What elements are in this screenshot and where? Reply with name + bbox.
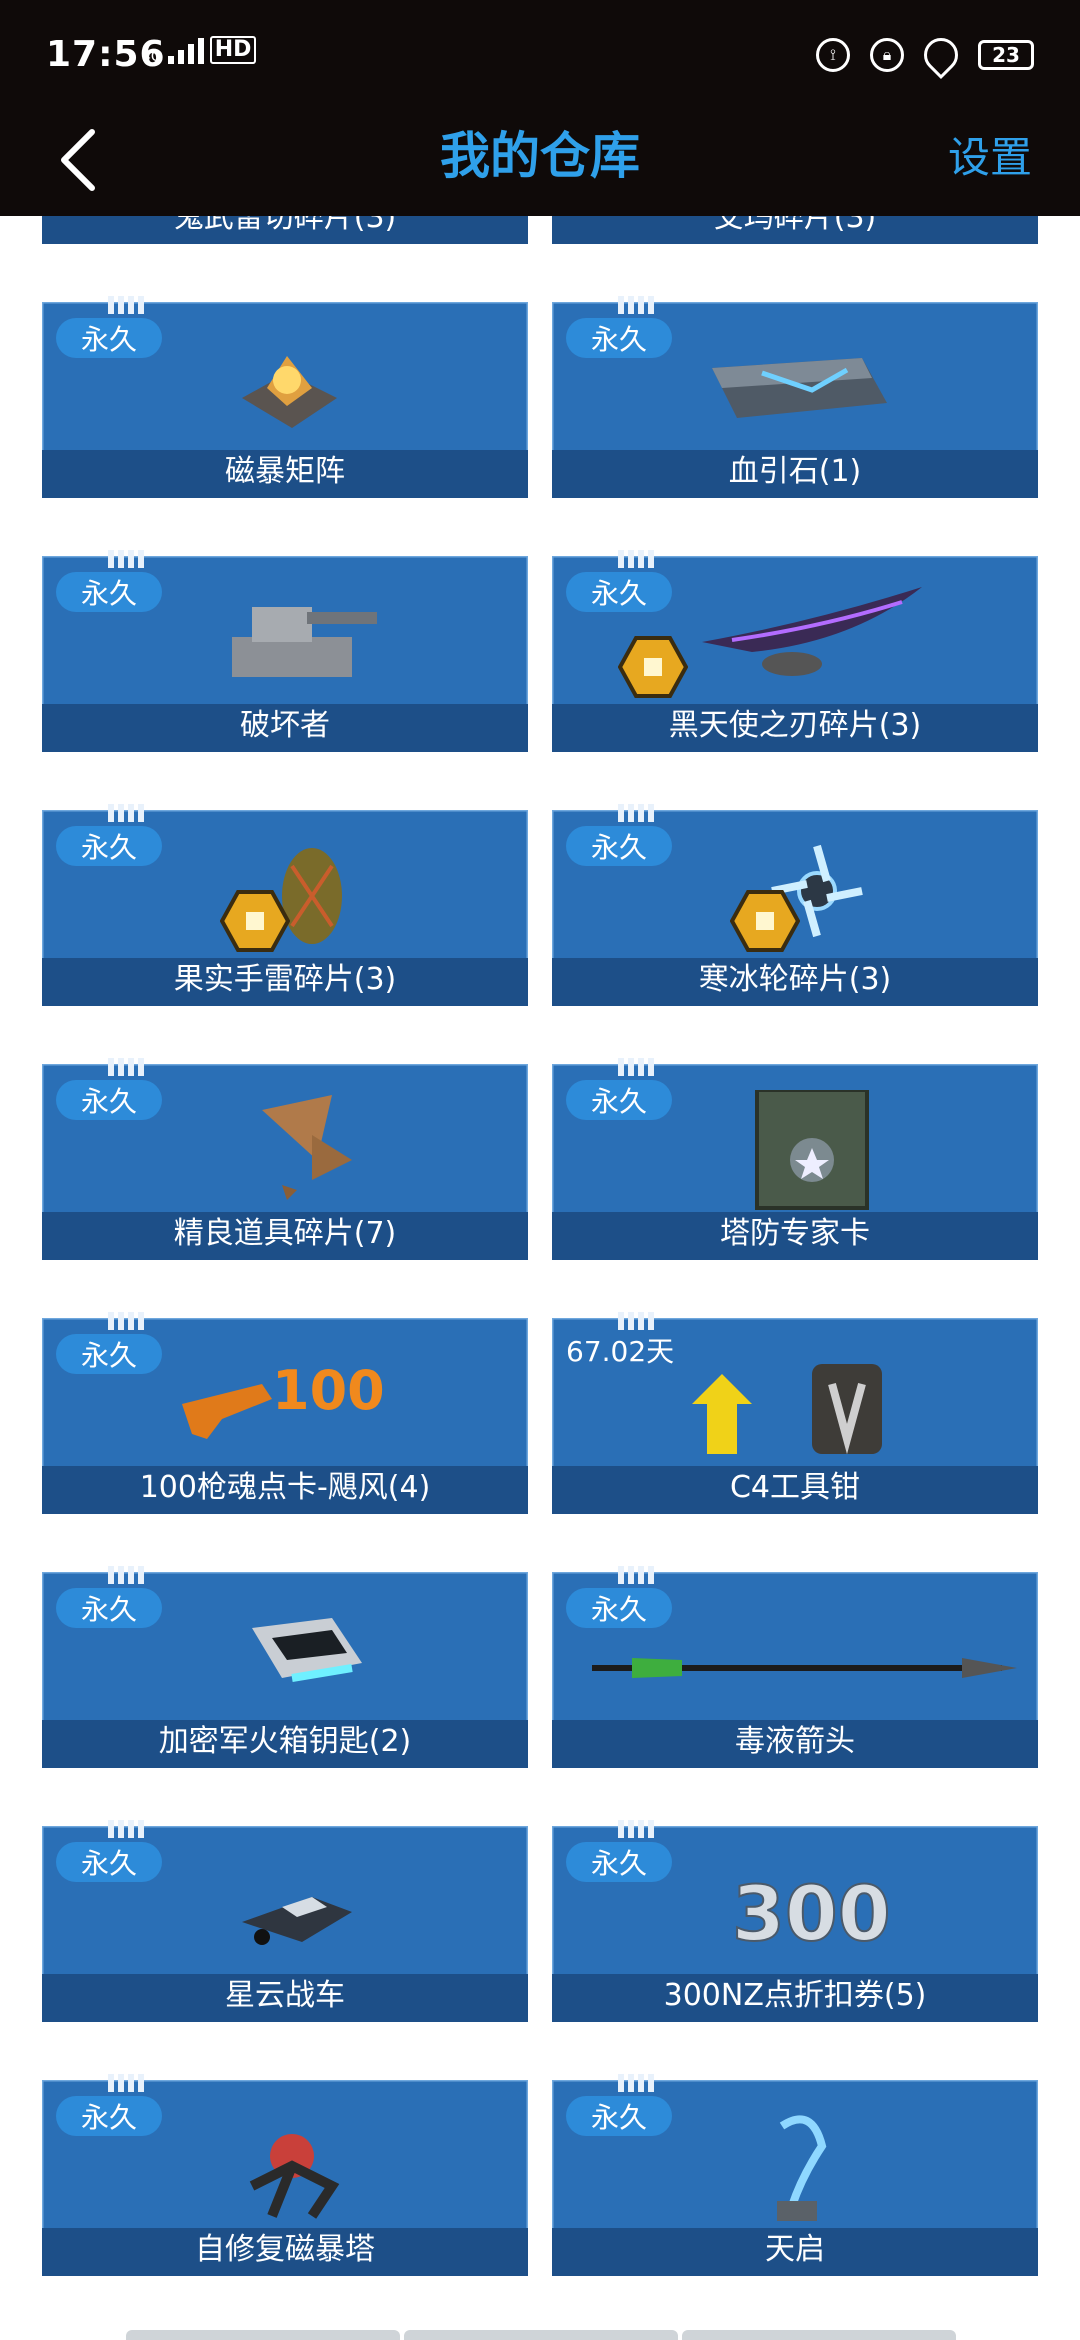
card-grip (618, 1058, 656, 1076)
item-name: 破坏者 (240, 708, 330, 743)
item-name: 血引石(1) (728, 454, 862, 489)
item-name: 自修复磁暴塔 (195, 2232, 375, 2267)
card-grip (108, 1058, 146, 1076)
signal-icon (167, 38, 204, 64)
app-header: 我的仓库 设置 (0, 110, 1080, 216)
item-name: 300NZ点折扣券(5) (663, 1978, 927, 2013)
warehouse-item[interactable]: 永久 寒冰轮碎片(3) (552, 804, 1038, 1006)
card-grip (108, 550, 146, 568)
warehouse-item[interactable]: 永久 果实手雷碎片(3) (42, 804, 528, 1006)
lock-rotation-icon: 🔒︎ (870, 38, 904, 72)
warehouse-item[interactable]: 永久 100 100枪魂点卡-飓风(4) (42, 1312, 528, 1514)
warehouse-item[interactable]: 永久 300 300NZ点折扣券(5) (552, 1820, 1038, 2022)
duration-badge: 永久 (56, 2096, 162, 2136)
item-name: 磁暴矩阵 (225, 454, 345, 489)
magnetic-matrix-icon (242, 356, 337, 428)
duration-badge: 永久 (566, 2096, 672, 2136)
card-grip (108, 2074, 146, 2092)
item-name: 100枪魂点卡-飓风(4) (139, 1470, 431, 1505)
c4-pliers-icon (692, 1364, 882, 1455)
warehouse-item[interactable]: 67.02天 C4工具钳 (552, 1312, 1038, 1514)
duration-badge: 永久 (56, 1334, 162, 1374)
warehouse-item[interactable]: 永久 黑天使之刃碎片(3) (552, 550, 1038, 752)
card-grip (108, 1820, 146, 1838)
card-grip (618, 550, 656, 568)
card-grip (108, 1312, 146, 1330)
item-name: 加密军火箱钥匙(2) (158, 1724, 412, 1759)
item-name: 果实手雷碎片(3) (173, 962, 397, 997)
status-bar: 17:56 4G HD ⟟ 🔒︎ 23 (0, 0, 1080, 110)
card-grip (618, 804, 656, 822)
settings-button[interactable]: 设置 (948, 124, 1032, 185)
card-grip (108, 804, 146, 822)
duration-badge: 永久 (566, 572, 672, 612)
duration-badge: 永久 (566, 318, 672, 358)
dark-blade-icon (702, 587, 922, 676)
item-name: 毒液箭头 (735, 1724, 855, 1759)
duration-badge: 永久 (56, 1080, 162, 1120)
duration-badge: 67.02天 (566, 1335, 675, 1368)
card-grip (618, 1312, 656, 1330)
svg-text:300: 300 (732, 1869, 891, 1958)
repair-tower-icon (249, 2134, 340, 2219)
card-grip (618, 1566, 656, 1584)
warehouse-item[interactable]: 永久 星云战车 (42, 1820, 528, 2022)
item-name: 星云战车 (225, 1978, 345, 2013)
warehouse-grid: 鬼武雷切碎片(3) 艾玛碎片(3) 永久 磁暴矩阵 永久 血引石(1) 永久 破… (0, 0, 1080, 2340)
signal-group: 4G HD (142, 36, 257, 65)
fragment-icon (618, 636, 688, 698)
destroyer-turret-icon (232, 607, 377, 677)
svg-text:100: 100 (272, 1359, 385, 1422)
page-title: 我的仓库 (440, 127, 640, 185)
top-bar: 17:56 4G HD ⟟ 🔒︎ 23 我的仓库 设置 (0, 0, 1080, 216)
duration-badge: 永久 (56, 572, 162, 612)
bottom-tab-strip (126, 2330, 956, 2340)
warehouse-item[interactable]: 永久 加密军火箱钥匙(2) (42, 1566, 528, 1768)
card-grip (618, 1820, 656, 1838)
duration-badge: 永久 (566, 826, 672, 866)
warehouse-item[interactable]: 永久 毒液箭头 (552, 1566, 1038, 1768)
blood-stone-icon (712, 358, 887, 418)
ammo-box-key-icon (252, 1618, 362, 1682)
fragment-icon (730, 890, 800, 952)
card-grip (618, 296, 656, 314)
card-grip (108, 1566, 146, 1584)
duration-badge: 永久 (56, 318, 162, 358)
warehouse-item[interactable]: 永久 自修复磁暴塔 (42, 2074, 528, 2276)
gun-soul-card-icon: 100 (182, 1359, 385, 1439)
duration-badge: 永久 (56, 1842, 162, 1882)
status-icons: ⟟ 🔒︎ 23 (816, 30, 1034, 80)
tower-defense-card-icon (755, 1090, 869, 1210)
card-grip (618, 2074, 656, 2092)
item-name: 精良道具碎片(7) (173, 1216, 397, 1251)
duration-badge: 永久 (56, 1588, 162, 1628)
warehouse-item[interactable]: 永久 破坏者 (42, 550, 528, 752)
warehouse-item[interactable]: 永久 磁暴矩阵 (42, 296, 528, 498)
warehouse-item[interactable]: 永久 塔防专家卡 (552, 1058, 1038, 1260)
item-name: 塔防专家卡 (720, 1216, 870, 1251)
fragment-icon (220, 890, 290, 952)
vibrate-icon: ⟟ (816, 38, 850, 72)
duration-badge: 永久 (56, 826, 162, 866)
network-type: 4G (142, 49, 162, 65)
apocalypse-icon (777, 2115, 827, 2221)
item-name: 寒冰轮碎片(3) (698, 962, 892, 997)
warehouse-item[interactable]: 永久 血引石(1) (552, 296, 1038, 498)
location-icon (916, 30, 966, 80)
duration-badge: 永久 (566, 1080, 672, 1120)
item-name: 天启 (765, 2232, 825, 2267)
hd-badge: HD (209, 36, 257, 64)
item-name: C4工具钳 (729, 1470, 861, 1505)
card-grip (108, 296, 146, 314)
warehouse-item[interactable]: 永久 天启 (552, 2074, 1038, 2276)
prop-fragment-icon (262, 1095, 352, 1200)
discount-coupon-icon: 300 (731, 1868, 892, 1959)
nebula-chariot-icon (242, 1897, 352, 1945)
warehouse-item[interactable]: 永久 精良道具碎片(7) (42, 1058, 528, 1260)
battery-icon: 23 (978, 40, 1034, 70)
item-name: 黑天使之刃碎片(3) (668, 708, 922, 743)
venom-arrow-icon (592, 1658, 1017, 1678)
